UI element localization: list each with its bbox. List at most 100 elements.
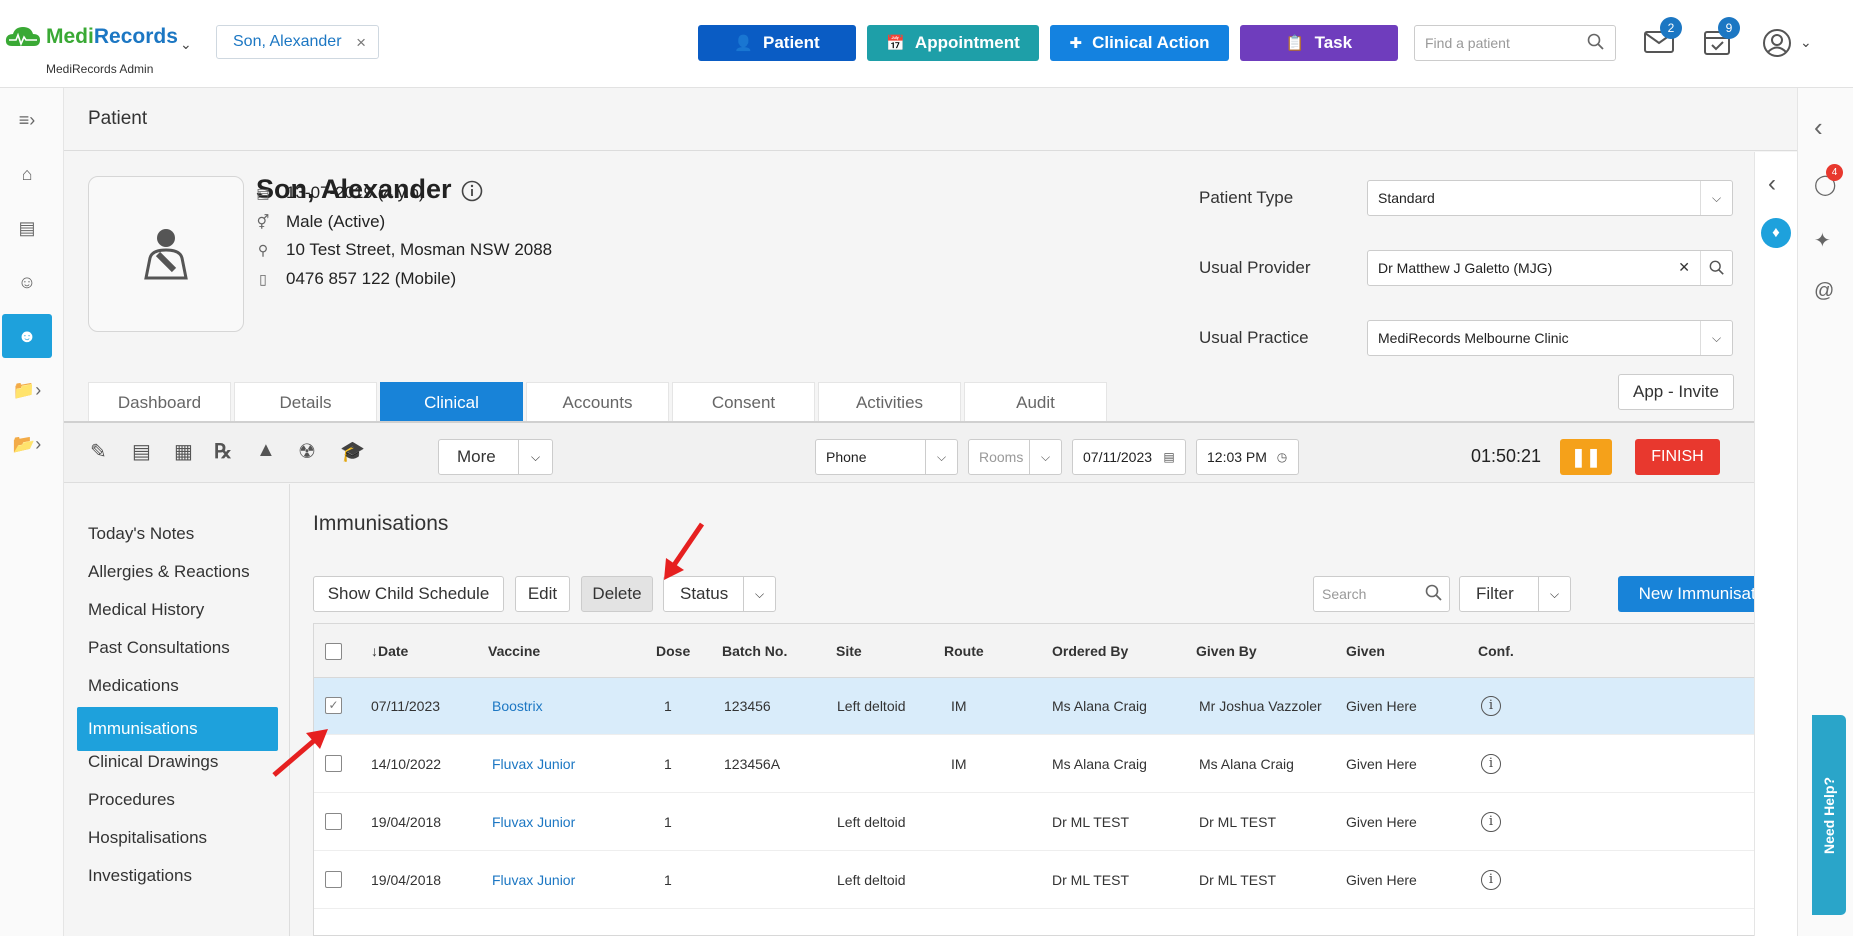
radiation-icon[interactable]: ☢ [298,439,316,464]
app-invite-button[interactable]: App - Invite [1618,374,1734,410]
date-input[interactable]: 07/11/2023 ▤ [1072,439,1186,475]
menu-item-investigations[interactable]: Investigations [88,854,192,898]
chevron-left-icon[interactable]: ‹ [1814,112,1823,143]
pause-button[interactable]: ❚❚ [1560,439,1612,475]
table-row[interactable]: 19/04/2018 Fluvax Junior 1 Left deltoid … [314,852,1798,909]
user-profile-icon[interactable] [1762,28,1792,58]
immunisations-search-input[interactable]: Search [1313,576,1450,612]
mention-icon[interactable]: @ [1814,280,1834,303]
usual-provider-input[interactable]: Dr Matthew J Galetto (MJG) ✕ [1367,250,1733,286]
immunisations-panel: Immunisations Show Child Schedule Edit D… [291,484,1799,936]
show-child-schedule-button[interactable]: Show Child Schedule [313,576,504,612]
delete-button[interactable]: Delete [581,576,653,612]
home-icon[interactable]: ⌂ [2,152,52,196]
cell-vaccine-link[interactable]: Fluvax Junior [492,814,575,830]
chevron-down-icon[interactable]: ⌵ [518,440,552,474]
row-checkbox[interactable]: ✓ [325,697,342,714]
chevron-down-icon[interactable]: ⌵ [1538,577,1570,611]
calendar-icon[interactable]: ▤ [1153,440,1185,474]
calendar-icon[interactable]: ▤ [2,206,52,250]
find-patient-input[interactable]: Find a patient [1414,25,1616,61]
column-given[interactable]: Given [1346,643,1385,659]
task-button[interactable]: 📋 Task [1240,25,1398,61]
row-checkbox[interactable] [325,813,342,830]
clear-icon[interactable]: ✕ [1678,259,1690,276]
expand-menu-icon[interactable]: ≡› [2,98,52,142]
select-all-checkbox[interactable] [325,643,342,660]
tab-consent[interactable]: Consent [672,382,815,422]
finish-button[interactable]: FINISH [1635,439,1720,475]
tab-audit[interactable]: Audit [964,382,1107,422]
logo[interactable]: MediRecords [4,24,178,50]
edit-button[interactable]: Edit [515,576,570,612]
cell-vaccine-link[interactable]: Fluvax Junior [492,872,575,888]
column-dose[interactable]: Dose [656,643,690,659]
cell-vaccine-link[interactable]: Boostrix [492,698,543,714]
close-icon[interactable]: × [356,33,366,53]
contact-type-select[interactable]: Phone ⌵ [815,439,958,475]
usual-practice-select[interactable]: MediRecords Melbourne Clinic ⌵ [1367,320,1733,356]
mobile-phone-icon: ▯ [259,270,267,287]
appointment-button[interactable]: 📅 Appointment [867,25,1039,61]
column-ordered-by[interactable]: Ordered By [1052,643,1128,659]
time-input[interactable]: 12:03 PM ◷ [1196,439,1299,475]
patient-type-select[interactable]: Standard ⌵ [1367,180,1733,216]
info-icon[interactable]: i [1481,696,1501,716]
chevron-down-icon[interactable]: ⌵ [1029,440,1061,474]
lab-flask-icon[interactable]: ▲ [256,439,276,462]
tab-activities[interactable]: Activities [818,382,961,422]
chevron-down-icon[interactable]: ⌵ [743,577,775,611]
chevron-down-icon[interactable]: ⌵ [925,440,957,474]
column-site[interactable]: Site [836,643,862,659]
edit-note-icon[interactable]: ✎ [90,439,107,464]
patient-button[interactable]: 👤 Patient [698,25,856,61]
column-given-by[interactable]: Given By [1196,643,1257,659]
document-icon[interactable]: ▤ [132,439,151,464]
table-row[interactable]: ✓ 07/11/2023 Boostrix 1 123456 Left delt… [314,678,1798,735]
prescription-icon[interactable]: ℞ [214,439,232,463]
tab-clinical[interactable]: Clinical [380,382,523,422]
info-icon[interactable]: i [1481,812,1501,832]
column-date[interactable]: ↓Date [371,643,408,659]
tab-dashboard[interactable]: Dashboard [88,382,231,422]
chevron-down-icon[interactable]: ⌄ [180,36,192,53]
search-icon[interactable] [1587,33,1605,51]
patient-avatar[interactable] [88,176,244,332]
tab-accounts[interactable]: Accounts [526,382,669,422]
chevron-down-icon[interactable]: ⌵ [1700,181,1732,215]
column-vaccine[interactable]: Vaccine [488,643,540,659]
column-route[interactable]: Route [944,643,984,659]
patients-icon[interactable]: ☻ [2,314,52,358]
clinical-action-button[interactable]: ✚ Clinical Action [1050,25,1229,61]
info-icon[interactable]: i [1481,870,1501,890]
education-icon[interactable]: 🎓 [340,439,365,464]
table-row[interactable]: 14/10/2022 Fluvax Junior 1 123456A IM Ms… [314,736,1798,793]
cell-vaccine-link[interactable]: Fluvax Junior [492,756,575,772]
pin-icon[interactable]: ✦ [1814,228,1831,253]
folder-icon[interactable]: 📁› [2,368,52,412]
cell-dose: 1 [664,814,672,830]
chevron-down-icon[interactable]: ⌵ [1700,321,1732,355]
tab-details[interactable]: Details [234,382,377,422]
rooms-select[interactable]: Rooms ⌵ [968,439,1062,475]
patient-chip[interactable]: Son, Alexander × [216,25,379,59]
filter-button[interactable]: Filter ⌵ [1459,576,1571,612]
people-icon[interactable]: ☺ [2,260,52,304]
info-icon[interactable]: i [1481,754,1501,774]
search-icon[interactable] [1700,251,1732,285]
export-folder-icon[interactable]: 📂› [2,422,52,466]
tag-icon[interactable]: ♦ [1761,218,1791,248]
info-icon[interactable] [461,180,483,202]
search-icon[interactable] [1425,584,1443,602]
column-batch[interactable]: Batch No. [722,643,787,659]
more-button[interactable]: More ⌵ [438,439,553,475]
chevron-left-icon[interactable]: ‹ [1768,170,1776,198]
chart-document-icon[interactable]: ▦ [174,439,193,464]
column-conf[interactable]: Conf. [1478,643,1514,659]
need-help-tab[interactable]: Need Help? [1812,715,1846,915]
chevron-down-icon[interactable]: ⌄ [1800,34,1812,51]
table-row[interactable]: 19/04/2018 Fluvax Junior 1 Left deltoid … [314,794,1798,851]
clock-icon[interactable]: ◷ [1266,440,1298,474]
menu-item-medications[interactable]: Medications [88,664,179,708]
row-checkbox[interactable] [325,871,342,888]
